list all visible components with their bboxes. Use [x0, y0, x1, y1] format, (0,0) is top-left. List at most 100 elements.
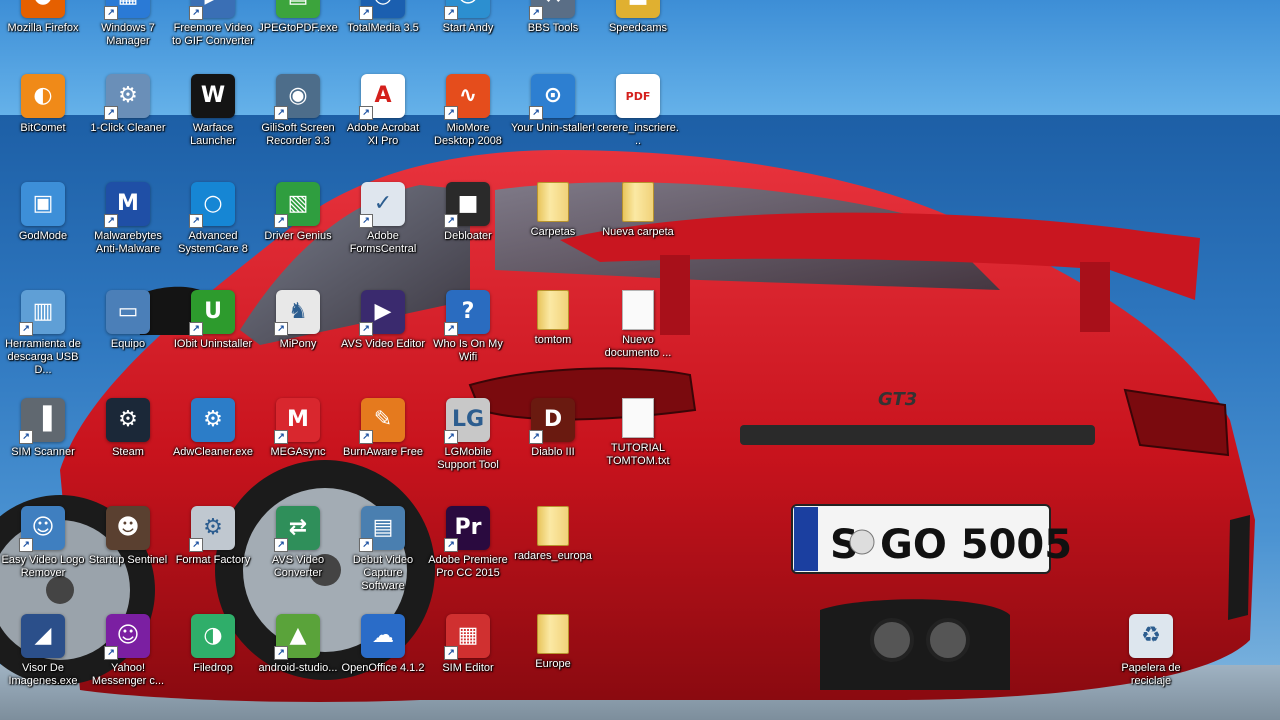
avs-video-converter-icon-glyph: ⇄	[288, 515, 308, 540]
desktop-icon-totalmedia-3-5[interactable]: ◎↗ TotalMedia 3.5	[341, 0, 425, 35]
desktop-icon-label: Warface Launcher	[190, 122, 236, 147]
megasync-icon: M ↗	[274, 398, 320, 444]
desktop-icon-label: Herramienta de descarga USB D...	[5, 338, 81, 376]
desktop-icon-adwcleaner-exe[interactable]: ⚙ AdwCleaner.exe	[171, 398, 255, 459]
desktop-icon-adobe-acrobat-xi-pro[interactable]: A ↗ Adobe Acrobat XI Pro	[341, 74, 425, 148]
desktop-icon-windows-7-manager[interactable]: ▦↗Windows 7 Manager	[86, 0, 170, 48]
shortcut-arrow-icon: ↗	[359, 322, 373, 336]
desktop-icon-gilisoft-screen-recorder-3-3[interactable]: ◉ ↗ GiliSoft Screen Recorder 3.3	[256, 74, 340, 148]
desktop-icon-bbs-tools[interactable]: ⚒↗ BBS Tools	[511, 0, 595, 35]
miomore-icon: ∿ ↗	[444, 74, 490, 120]
desktop-icon-sim-scanner[interactable]: ▐ ↗ SIM Scanner	[1, 398, 85, 459]
desktop-icon-label: Windows 7 Manager	[101, 22, 155, 47]
speedcams-icon-glyph: ■	[628, 0, 649, 7]
desktop-icon-diablo-iii[interactable]: D ↗ Diablo III	[511, 398, 595, 459]
desktop-icon-yahoo-messenger-c[interactable]: ☺ ↗ Yahoo! Messenger c...	[86, 614, 170, 688]
desktop-icon-label: Who Is On My Wifi	[433, 338, 503, 363]
desktop-icon-mipony[interactable]: ♞ ↗ MiPony	[256, 290, 340, 351]
image-viewer-icon: ◢	[21, 614, 65, 658]
desktop-icon-nuevo-documento[interactable]: Nuevo documento ...	[596, 290, 680, 360]
desktop-icon-carpetas[interactable]: Carpetas	[511, 182, 595, 239]
desktop-icon-easy-video-logo-remover[interactable]: ☺ ↗ Easy Video Logo Remover	[1, 506, 85, 580]
desktop-icon-bitcomet[interactable]: ◐ BitComet	[1, 74, 85, 135]
avs-video-editor-icon: ▶ ↗	[359, 290, 405, 336]
desktop-icon-adobe-formscentral[interactable]: ✓ ↗ Adobe FormsCentral	[341, 182, 425, 256]
wifi-scanner-icon-glyph: ?	[461, 299, 475, 324]
desktop-icon-who-is-on-my-wifi[interactable]: ? ↗ Who Is On My Wifi	[426, 290, 510, 364]
desktop-icon-tutorial-tomtom-txt[interactable]: TUTORIAL TOMTOM.txt	[596, 398, 680, 468]
shortcut-arrow-icon: ↗	[274, 538, 288, 552]
desktop-icon-malwarebytes-anti-malware[interactable]: M ↗ Malwarebytes Anti-Malware	[86, 182, 170, 256]
desktop-icon-steam[interactable]: ⚙ Steam	[86, 398, 170, 459]
desktop-icon-equipo[interactable]: ▭ Equipo	[86, 290, 170, 351]
desktop-icon-startup-sentinel[interactable]: ☻ Startup Sentinel	[86, 506, 170, 567]
desktop-icon-herramienta-de-descarga-usb-d[interactable]: ▥ ↗ Herramienta de descarga USB D...	[1, 290, 85, 377]
desktop-icon-format-factory[interactable]: ⚙ ↗ Format Factory	[171, 506, 255, 567]
desktop-icon-iobit-uninstaller[interactable]: U ↗ IObit Uninstaller	[171, 290, 255, 351]
desktop-icon-megasync[interactable]: M ↗ MEGAsync	[256, 398, 340, 459]
desktop-icon-tomtom[interactable]: tomtom	[511, 290, 595, 347]
desktop-icon-warface-launcher[interactable]: W Warface Launcher	[171, 74, 255, 148]
desktop-icon-miomore-desktop-2008[interactable]: ∿ ↗ MioMore Desktop 2008	[426, 74, 510, 148]
mipony-icon: ♞ ↗	[274, 290, 320, 336]
desktop-icon-radares-europa[interactable]: radares_europa	[511, 506, 595, 563]
desktop-icon-label: MiPony	[279, 338, 317, 350]
desktop-icon-start-andy[interactable]: ☺↗ Start Andy	[426, 0, 510, 35]
desktop-icon-advanced-systemcare-8[interactable]: ○ ↗ Advanced SystemCare 8	[171, 182, 255, 256]
desktop-icon-jpegtopdf-exe[interactable]: ▤ JPEGtoPDF.exe	[256, 0, 340, 35]
desktop-icon-label: 1-Click Cleaner	[90, 122, 166, 134]
shortcut-arrow-icon: ↗	[19, 538, 33, 552]
desktop-icon-debloater[interactable]: ■ ↗ Debloater	[426, 182, 510, 243]
desktop-icon-avs-video-editor[interactable]: ▶ ↗ AVS Video Editor	[341, 290, 425, 351]
desktop-icon-visor-de-imagenes-exe[interactable]: ◢ Visor De Imagenes.exe	[1, 614, 85, 688]
shortcut-arrow-icon: ↗	[189, 6, 203, 20]
desktop-icon-debut-video-capture-software[interactable]: ▤ ↗ Debut Video Capture Software	[341, 506, 425, 593]
desktop-icon-label: Europe	[535, 658, 571, 670]
computer-icon-glyph: ▭	[117, 299, 139, 324]
bitcomet-icon-glyph: ◐	[33, 83, 53, 108]
desktop-icon-label: MEGAsync	[270, 446, 326, 458]
desktop-icon-speedcams[interactable]: ■ Speedcams	[596, 0, 680, 35]
desktop-icon-label: Easy Video Logo Remover	[1, 554, 85, 579]
desktop-icon-label: Nuevo documento ...	[604, 334, 672, 359]
desktop-icon-label: Diablo III	[531, 446, 575, 458]
windows-manager-icon: ▦↗	[104, 0, 150, 20]
desktop-icon-label: BurnAware Free	[343, 446, 423, 458]
desktop-icon-openoffice-4-1-2[interactable]: ☁ OpenOffice 4.1.2	[341, 614, 425, 675]
desktop-icon-1-click-cleaner[interactable]: ⚙ ↗ 1-Click Cleaner	[86, 74, 170, 135]
desktop-icon-avs-video-converter[interactable]: ⇄ ↗ AVS Video Converter	[256, 506, 340, 580]
forms-central-icon: ✓ ↗	[359, 182, 405, 228]
malwarebytes-icon: M ↗	[104, 182, 150, 228]
desktop-icon-filedrop[interactable]: ◑ Filedrop	[171, 614, 255, 675]
shortcut-arrow-icon: ↗	[189, 538, 203, 552]
desktop-icon-driver-genius[interactable]: ▧ ↗ Driver Genius	[256, 182, 340, 243]
desktop-icon-android-studio[interactable]: ▲ ↗ android-studio...	[256, 614, 340, 675]
iobit-uninstaller-icon-glyph: U	[204, 299, 222, 324]
desktop-icon-lgmobile-support-tool[interactable]: LG ↗ LGMobile Support Tool	[426, 398, 510, 472]
desktop-icon-label: Startup Sentinel	[88, 554, 168, 566]
desktop-icon-nueva-carpeta[interactable]: Nueva carpeta	[596, 182, 680, 239]
desktop-icon-godmode[interactable]: ▣ GodMode	[1, 182, 85, 243]
desktop-icon-burnaware-free[interactable]: ✎ ↗ BurnAware Free	[341, 398, 425, 459]
desktop-icon-sim-editor[interactable]: ▦ ↗ SIM Editor	[426, 614, 510, 675]
adobe-acrobat-icon: A ↗	[359, 74, 405, 120]
desktop-icon-label: SIM Scanner	[11, 446, 75, 458]
desktop-icon-papelera-de-reciclaje[interactable]: ♻ Papelera de reciclaje	[1109, 614, 1193, 688]
debloater-icon: ■ ↗	[444, 182, 490, 228]
desktop-icon-label: BitComet	[20, 122, 66, 134]
desktop-icon-cerere-inscriere[interactable]: PDF cerere_inscriere...	[596, 74, 680, 148]
godmode-icon-glyph: ▣	[32, 191, 54, 216]
desktop-icon-label: Adobe Premiere Pro CC 2015	[428, 554, 508, 579]
desktop-icon-your-unin-staller[interactable]: ⊙ ↗ Your Unin-staller!	[511, 74, 595, 135]
desktop-icon-mozilla-firefox[interactable]: ● Mozilla Firefox	[1, 0, 85, 35]
folder-icon	[537, 614, 569, 654]
desktop-icon-europe[interactable]: Europe	[511, 614, 595, 671]
shortcut-arrow-icon: ↗	[19, 322, 33, 336]
desktop-icon-freemore-video-to-gif-converter[interactable]: ▶↗Freemore Video to GIF Converter	[171, 0, 255, 48]
desktop-icon-adobe-premiere-pro-cc-2015[interactable]: Pr ↗ Adobe Premiere Pro CC 2015	[426, 506, 510, 580]
diablo-icon-glyph: D	[543, 407, 563, 432]
gif-converter-icon-glyph: ▶	[205, 0, 222, 7]
desktop-icon-label: Malwarebytes Anti-Malware	[94, 230, 162, 255]
systemcare-icon-glyph: ○	[203, 191, 223, 216]
usb-download-tool-icon: ▥ ↗	[19, 290, 65, 336]
